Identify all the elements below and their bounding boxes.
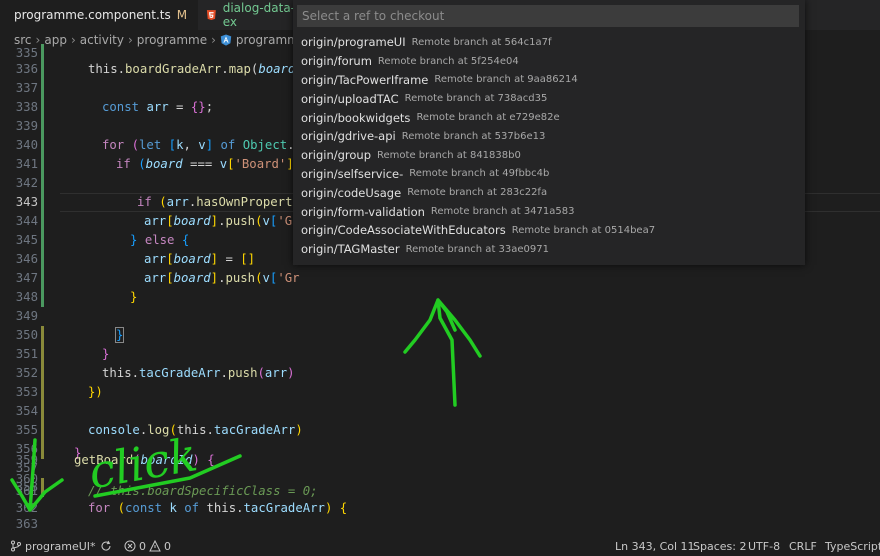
ref-description: Remote branch at 564c1a7f (411, 36, 552, 48)
encoding-status[interactable]: UTF-8 (748, 536, 780, 556)
ref-list-item[interactable]: origin/form-validation Remote branch at 3… (293, 202, 805, 221)
git-branch-icon (11, 540, 21, 552)
ref-description: Remote branch at 9aa86214 (434, 74, 578, 86)
ref-list-item[interactable]: origin/gdrive-api Remote branch at 537b6e… (293, 127, 805, 146)
branch-status[interactable]: programeUI* (10, 536, 96, 556)
html5-file-icon (206, 10, 216, 21)
ref-name: origin/selfservice- (301, 166, 404, 181)
ref-list-item[interactable]: origin/bookwidgets Remote branch at e729e… (293, 108, 805, 127)
tab-label: programme.component.ts (14, 8, 171, 22)
indentation-status[interactable]: Spaces: 2 (693, 536, 746, 556)
ref-name: origin/bookwidgets (301, 110, 411, 125)
ref-name: origin/group (301, 148, 372, 163)
ref-name: origin/form-validation (301, 204, 425, 219)
ref-name: origin/programeUI (301, 35, 406, 50)
ref-list-item[interactable]: origin/forum Remote branch at 5f254e04 (293, 52, 805, 71)
warning-count: 0 (164, 539, 171, 553)
tab-label: dialog-data-ex (222, 1, 296, 29)
ref-search-input[interactable]: Select a ref to checkout (297, 5, 799, 27)
ref-list-item[interactable]: origin/TAGMaster Remote branch at 33ae097… (293, 240, 805, 259)
line-number: 363 (15, 517, 38, 531)
line-number: 359 (15, 453, 38, 467)
modified-indicator: M (176, 8, 188, 22)
ref-description: Remote branch at e729e82e (416, 112, 560, 124)
ref-description: Remote branch at 738acd35 (404, 93, 548, 105)
ref-description: Remote branch at 3471a583 (430, 206, 575, 218)
ref-name: origin/forum (301, 54, 372, 69)
ref-name: origin/CodeAssociateWithEducators (301, 223, 506, 238)
error-count: 0 (139, 539, 146, 553)
ref-name: origin/codeUsage (301, 185, 402, 200)
ref-description: Remote branch at 49fbbc4b (409, 168, 550, 180)
checkout-quick-pick: Select a ref to checkout origin/programe… (293, 0, 805, 265)
branch-name: programeUI* (25, 539, 96, 553)
eol-status[interactable]: CRLF (789, 536, 817, 556)
ref-list-item[interactable]: origin/CodeAssociateWithEducators Remote … (293, 221, 805, 240)
ref-name: origin/gdrive-api (301, 129, 396, 144)
cursor-position[interactable]: Ln 343, Col 11 (615, 536, 695, 556)
ref-name: origin/uploadTAC (301, 91, 399, 106)
ref-list-item[interactable]: origin/codeUsage Remote branch at 283c22f… (293, 183, 805, 202)
ref-description: Remote branch at 841838b0 (377, 149, 521, 161)
tab-dialog-data[interactable]: dialog-data-ex (198, 0, 308, 30)
language-mode[interactable]: TypeScript (825, 536, 880, 556)
ref-list-item[interactable]: origin/group Remote branch at 841838b0 (293, 146, 805, 165)
ref-description: Remote branch at 283c22fa (407, 187, 548, 199)
tab-programme-component[interactable]: programme.component.ts M (0, 0, 198, 30)
code-line: 363 (0, 515, 880, 534)
sync-icon (101, 540, 111, 551)
sync-button[interactable] (100, 536, 112, 556)
ref-list: origin/programeUI Remote branch at 564c1a… (293, 33, 805, 259)
ref-list-item[interactable]: origin/TacPowerIframe Remote branch at 9a… (293, 71, 805, 90)
ref-description: Remote branch at 537b6e13 (401, 130, 546, 142)
code-line: 359 getBoard(boardId) { (0, 451, 880, 470)
error-icon (124, 540, 136, 552)
ref-description: Remote branch at 0514bea7 (511, 224, 656, 236)
warning-icon (149, 540, 161, 552)
ref-list-item[interactable]: origin/programeUI Remote branch at 564c1a… (293, 33, 805, 52)
ref-name: origin/TAGMaster (301, 242, 400, 257)
ref-description: Remote branch at 33ae0971 (405, 243, 549, 255)
problems-status[interactable]: 0 0 (124, 536, 171, 556)
ref-list-item[interactable]: origin/uploadTAC Remote branch at 738acd3… (293, 89, 805, 108)
ref-description: Remote branch at 5f254e04 (377, 55, 519, 67)
status-bar: programeUI* 0 0 Ln 343, Col 11 Spaces: 2… (0, 536, 880, 556)
ref-name: origin/TacPowerIframe (301, 72, 429, 87)
ref-list-item[interactable]: origin/selfservice- Remote branch at 49fb… (293, 165, 805, 184)
